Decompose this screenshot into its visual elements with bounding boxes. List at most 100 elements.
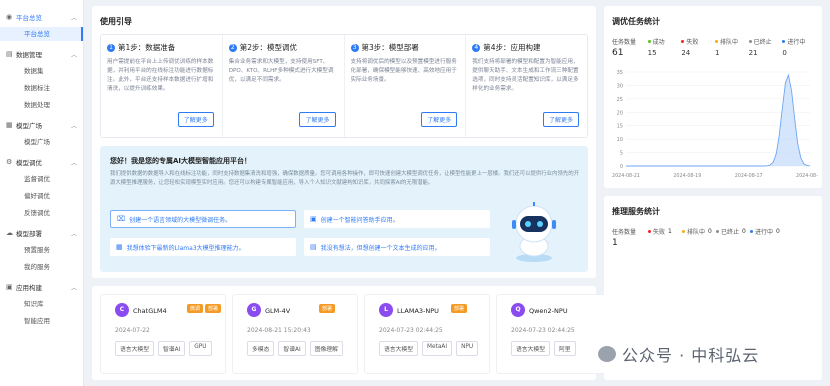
sidebar-group-label: 模型部署 [16,230,42,238]
status-value: 1 [715,49,720,57]
model-tag: 语言大模型 [379,341,418,356]
model-card[interactable]: G GLM-4V 部署 2024-08-21 15:20:43 多模态 智谱AI 图像理解 [232,294,358,374]
step-card-4: 4 第4步：应用构建 我们支持将部署的模型和配置为智能应用，提供聊天助手、文本生成和… [466,35,587,137]
guide-title: 使用引导 [100,17,132,26]
model-badge: 部署 [319,304,336,313]
sidebar-group-3[interactable]: ⚙ 模型调优 ︿ [0,155,83,169]
status-dot-icon [681,40,685,43]
learn-more-button[interactable]: 了解更多 [299,112,336,127]
chevron-up-icon: ︿ [70,14,77,22]
stats-value-row: 61 15 24 1 21 0 [612,47,816,59]
step-header: 3 第3步：模型部署 [350,42,460,53]
inference-stats-table: 任务数量 失败 1 排队中 0 已终止 0 进行中 0 1 [612,226,816,249]
suggestion-2[interactable]: ▣ 创建一个智能问答助手应用。 [304,210,490,228]
sidebar-group-label: 应用构建 [16,284,42,292]
status-dot-icon [748,40,752,43]
model-badge: 部署 [205,304,222,313]
status-legend: 已终止 [748,37,783,46]
chevron-up-icon: ︿ [70,230,77,238]
sidebar-item[interactable]: 反馈调优 [0,206,83,220]
sidebar-group-icon: ⚙ [6,157,13,166]
suggestion-4[interactable]: ▤ 我没有想法，但想创建一个文本生成的应用。 [304,238,490,256]
model-avatar: C [115,303,129,317]
model-tag: 语言大模型 [511,341,550,356]
total-count: 1 [612,238,618,248]
status-value: 1 [668,228,672,235]
stats-value-row: 1 [612,237,816,249]
chevron-up-icon: ︿ [70,122,77,130]
step-title: 第1步：数据准备 [118,43,176,52]
model-date: 2024-07-23 02:44:25 [511,327,575,334]
status-legend: 成功 [647,37,682,46]
sidebar-item[interactable]: 数据集 [0,64,83,78]
step-desc: 支持将调优后的模型以及预置模型进行服务化部署，确保模型能够快速、高效地应用于实际… [350,59,457,83]
sidebar-item[interactable]: 模型广场 [0,135,83,149]
model-card[interactable]: L LLAMA3-NPU 部署 2024-07-23 02:44:25 语言大模型 Met… [364,294,490,374]
status-value: 0 [742,228,746,235]
step-title: 第3步：模型部署 [361,43,419,52]
sidebar-item[interactable]: 智能应用 [0,314,83,328]
model-date: 2024-08-21 15:20:43 [247,327,311,334]
step-card-2: 2 第2步：模型调优集合业务需求和大模型，支持使用SFT、DPO、KTO、RLHF… [223,35,345,137]
tune-area-chart: 0 5 10 15 20 25 30 35 2024-08-21 2024-08-19 2024-0… [612,70,818,179]
chevron-up-icon: ︿ [70,51,77,59]
sidebar-group-icon: ▤ [6,49,13,58]
learn-more-button[interactable]: 了解更多 [177,112,214,127]
total-count: 61 [612,48,624,58]
model-name: LLAMA3-NPU [397,307,439,315]
sidebar-group-5[interactable]: ▣ 应用构建 ︿ [0,280,83,294]
model-tag: 多模态 [247,341,275,356]
status-legend: 失败 [681,37,715,46]
status-label: 已终止 [721,229,740,236]
model-tag: GPU [189,341,212,356]
status-dot-icon [716,230,719,233]
model-name: GLM-4V [265,307,291,315]
watermark: 公众号 · 中科弘云 [598,342,759,366]
model-list-card: C ChatGLM4 微调 部署 2024-07-22 语言大模型 智谱AI GPU G GLM-… [92,286,622,380]
step-title: 第2步：模型调优 [239,43,298,52]
usage-guide-card: 使用引导 1 第1步：数据准备 用户需提前在平台上上传调优训练的样本数据，并利用平台… [92,6,596,278]
y-tick-label: 0 [620,164,623,170]
sidebar-group-1[interactable]: ▤ 数据管理 ︿ [0,47,83,61]
model-tags: 语言大模型 智谱AI GPU [115,341,212,356]
model-tag: 图像理解 [309,341,343,356]
model-tag: 智谱AI [278,341,306,356]
status-label: 已终止 [753,39,772,46]
status-legend: 进行中 0 [750,227,784,236]
step-header: 2 第2步：模型调优 [228,42,338,53]
sidebar-item[interactable]: 偏好调优 [0,189,83,203]
model-card[interactable]: C ChatGLM4 微调 部署 2024-07-22 语言大模型 智谱AI GPU [100,294,226,374]
y-tick-label: 10 [617,137,623,143]
suggestion-text: 创建一个智能问答助手应用。 [320,216,399,224]
sidebar-group-2[interactable]: ▦ 模型广场 ︿ [0,118,83,132]
sidebar-item[interactable]: 数据标注 [0,81,83,95]
learn-more-button[interactable]: 了解更多 [421,112,458,127]
model-badge: 微调 [187,304,204,313]
suggestion-1[interactable]: ⌧ 创建一个语言领域的大模型微调任务。 [110,210,296,228]
y-tick-label: 5 [620,151,623,157]
status-label: 排队中 [687,229,706,236]
sidebar-item[interactable]: 预置服务 [0,243,83,257]
status-dot-icon [682,230,685,233]
sidebar-item[interactable]: 知识库 [0,297,83,311]
sidebar-group-label: 数据管理 [16,51,42,59]
suggestion-3[interactable]: ▦ 我想体验下最新的Llama3大模型推理能力。 [110,238,296,256]
status-label: 进行中 [755,229,774,236]
sidebar-item[interactable]: 我的服务 [0,260,83,274]
sidebar-group-0[interactable]: ◉ 平台总览 ︿ [0,10,83,24]
tune-stats-table: 任务数量 成功 失败 排队中 已终止 进行中 61 15 24 1 21 0 [612,36,816,59]
sidebar-group-label: 模型广场 [16,122,42,130]
learn-more-button[interactable]: 了解更多 [542,112,579,127]
step-desc: 集合业务需求和大模型，支持使用SFT、DPO、KTO、RLHF多种模式进行大模型… [228,59,334,83]
model-tag: NPU [456,341,479,356]
sidebar-item[interactable]: 监督调优 [0,172,83,186]
sidebar-item[interactable]: 数据处理 [0,98,83,112]
model-name: Qwen2-NPU [529,307,568,315]
sidebar-group-4[interactable]: ☁ 模型部署 ︿ [0,226,83,240]
status-dot-icon [715,40,718,43]
robot-mascot-icon [512,202,556,262]
sidebar-item[interactable]: 平台总览 [0,27,83,41]
x-tick-label: 2024-08-15 [796,173,818,179]
tune-stats-card: 调优任务统计 任务数量 成功 失败 排队中 已终止 进行中 61 15 24 1 21 0 0 5 10 1… [604,6,822,188]
status-dot-icon [782,40,786,43]
